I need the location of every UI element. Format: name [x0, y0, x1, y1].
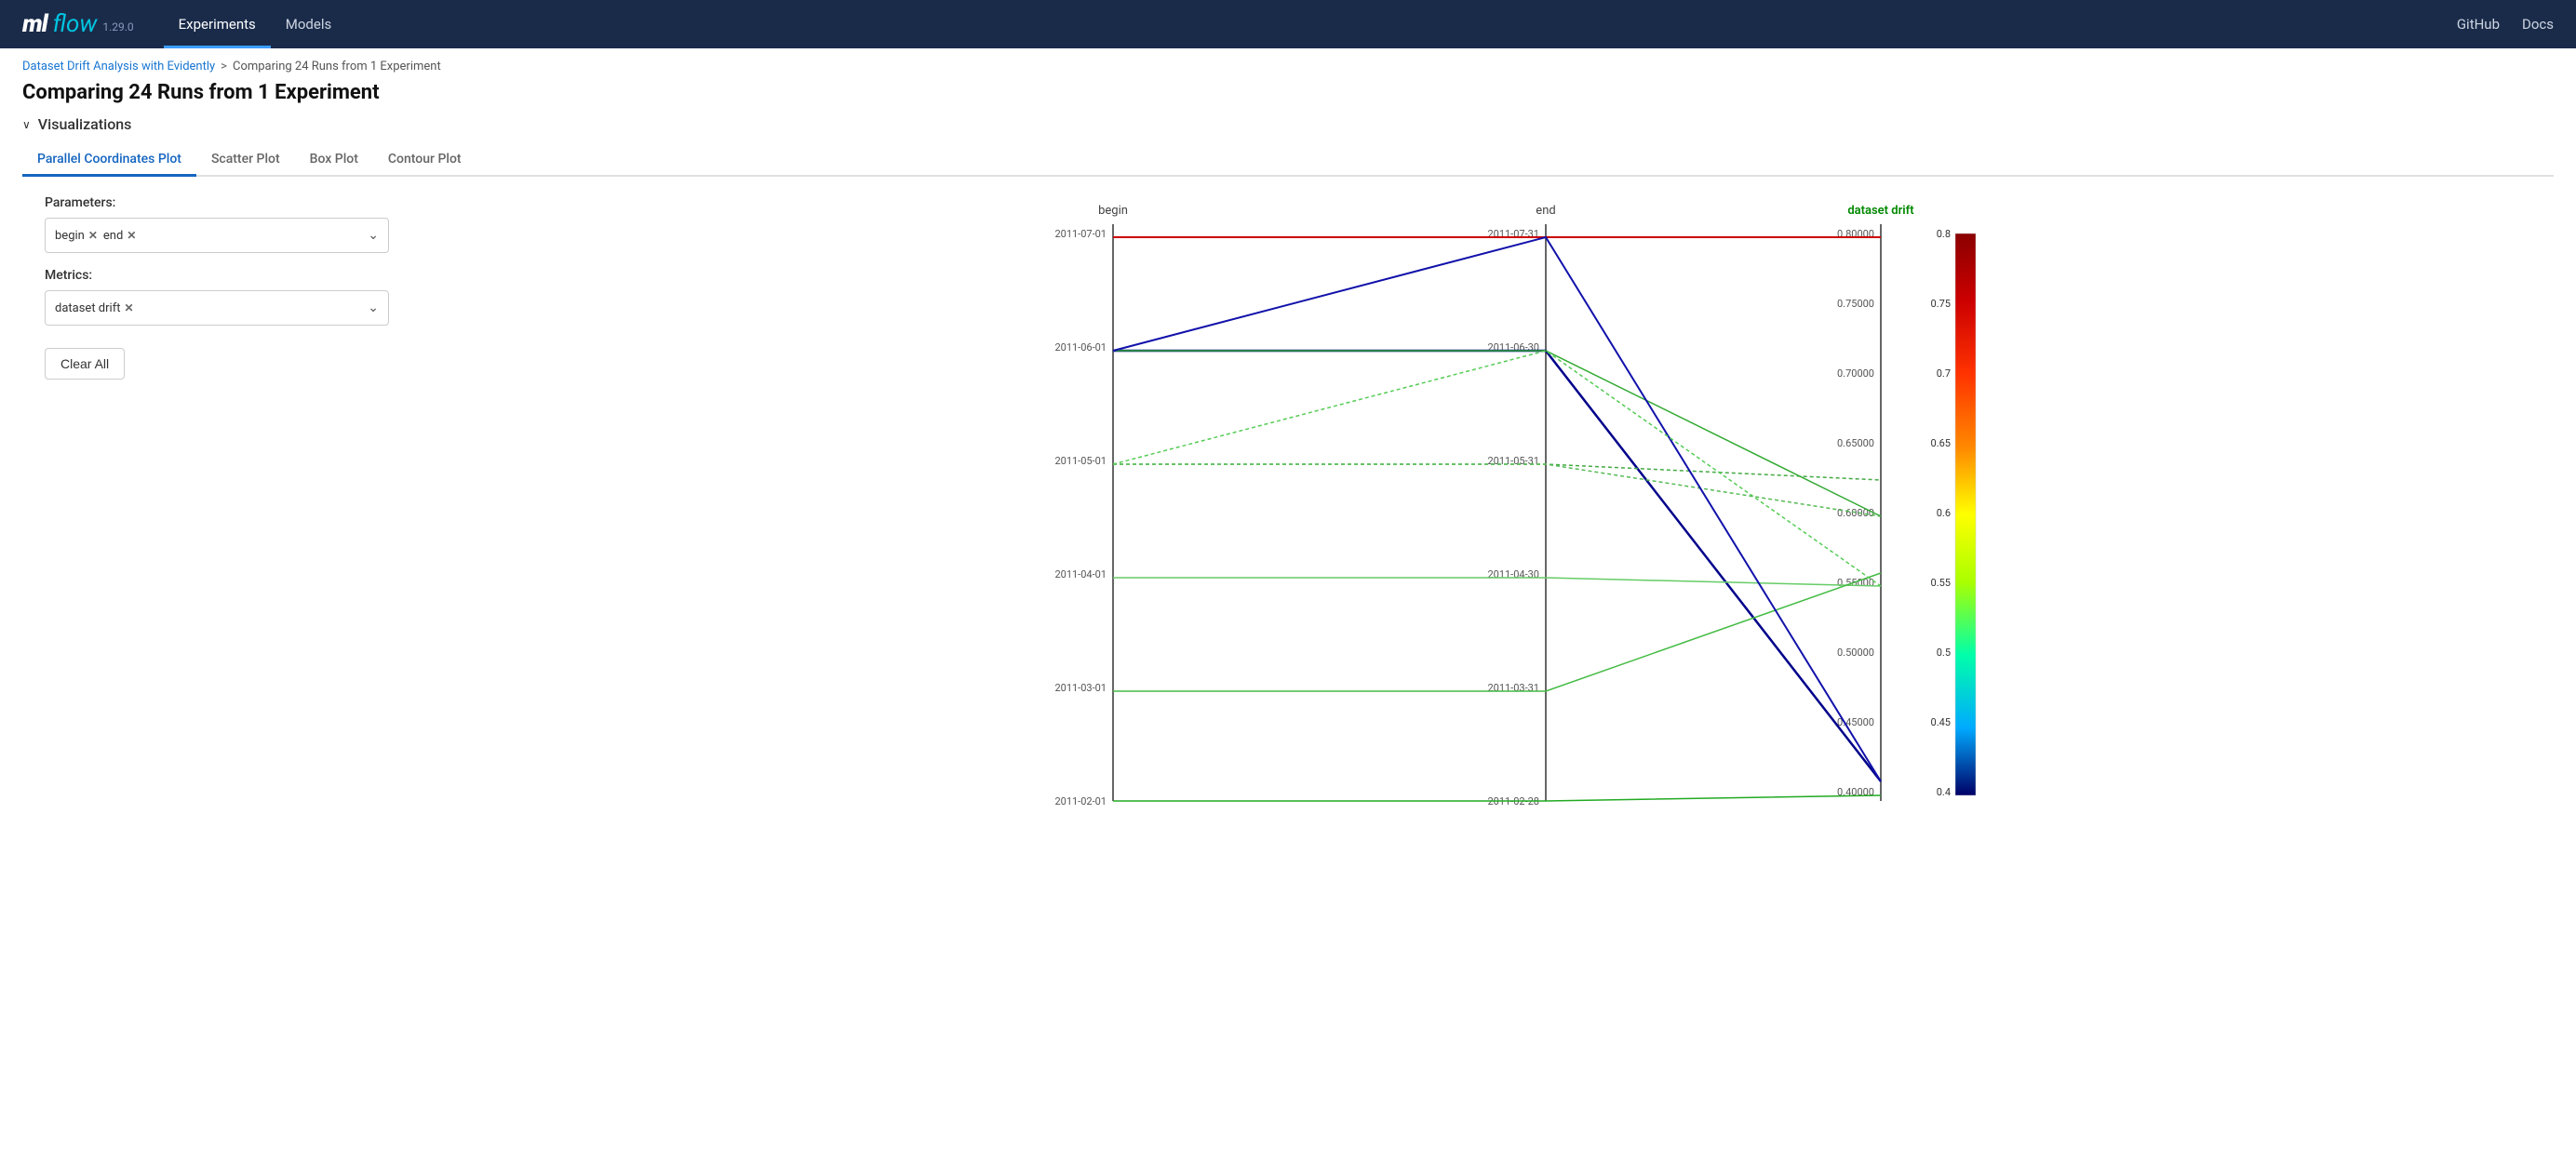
tag-begin-remove[interactable]: ✕	[88, 229, 98, 242]
svg-text:0.45: 0.45	[1931, 716, 1951, 728]
viz-toggle[interactable]: ∨ Visualizations	[22, 115, 2554, 133]
tag-end-remove[interactable]: ✕	[127, 229, 136, 242]
metrics-select[interactable]: dataset drift ✕ ⌄	[45, 290, 389, 326]
tab-parallel-coordinates[interactable]: Parallel Coordinates Plot	[22, 144, 196, 177]
svg-text:0.7: 0.7	[1937, 367, 1951, 380]
parallel-coordinates-chart: begin end dataset drift 2011-07-01 2011-…	[408, 192, 2554, 824]
logo-ml: ml	[22, 10, 47, 38]
tag-dataset-drift: dataset drift ✕	[55, 301, 134, 315]
breadcrumb: Dataset Drift Analysis with Evidently > …	[22, 60, 2554, 73]
logo-flow: flow	[53, 10, 98, 38]
svg-text:2011-03-31: 2011-03-31	[1487, 682, 1539, 694]
svg-text:0.70000: 0.70000	[1837, 367, 1874, 380]
tab-box-plot[interactable]: Box Plot	[295, 144, 373, 177]
svg-text:2011-05-31: 2011-05-31	[1487, 455, 1539, 467]
svg-text:0.6: 0.6	[1937, 507, 1951, 519]
metrics-label: Metrics:	[45, 268, 389, 283]
logo: mlflow 1.29.0	[22, 10, 134, 38]
svg-text:0.5: 0.5	[1937, 647, 1951, 659]
controls-panel: Parameters: begin ✕ end ✕ ⌄ Metrics: dat…	[45, 177, 408, 824]
nav-models[interactable]: Models	[271, 0, 346, 48]
params-label: Parameters:	[45, 195, 389, 210]
svg-text:2011-03-01: 2011-03-01	[1054, 682, 1107, 694]
tag-dataset-drift-label: dataset drift	[55, 301, 120, 315]
viz-section-label: Visualizations	[38, 115, 132, 133]
col-header-drift: dataset drift	[1847, 204, 1914, 218]
svg-text:0.50000: 0.50000	[1837, 647, 1874, 659]
navbar-right: GitHub Docs	[2457, 16, 2554, 33]
metrics-chevron-icon: ⌄	[368, 300, 379, 315]
line-green-2	[1113, 464, 1881, 516]
svg-text:2011-04-30: 2011-04-30	[1487, 568, 1539, 580]
clear-all-button[interactable]: Clear All	[45, 348, 125, 380]
tab-scatter-plot[interactable]: Scatter Plot	[196, 144, 295, 177]
svg-text:2011-07-31: 2011-07-31	[1487, 228, 1539, 240]
tag-begin-label: begin	[55, 229, 85, 243]
nav-docs[interactable]: Docs	[2522, 16, 2554, 33]
tag-dataset-drift-remove[interactable]: ✕	[124, 301, 133, 314]
breadcrumb-parent[interactable]: Dataset Drift Analysis with Evidently	[22, 60, 215, 73]
svg-text:0.8: 0.8	[1937, 228, 1951, 240]
tabs: Parallel Coordinates Plot Scatter Plot B…	[22, 144, 2554, 177]
nav-github[interactable]: GitHub	[2457, 16, 2500, 33]
tag-begin: begin ✕	[55, 229, 98, 243]
params-select[interactable]: begin ✕ end ✕ ⌄	[45, 218, 389, 253]
tab-contour-plot[interactable]: Contour Plot	[373, 144, 476, 177]
tag-end: end ✕	[103, 229, 136, 243]
svg-text:0.75: 0.75	[1931, 298, 1951, 310]
logo-version: 1.29.0	[102, 20, 133, 33]
svg-text:0.65000: 0.65000	[1837, 437, 1874, 449]
svg-text:0.65: 0.65	[1931, 437, 1951, 449]
breadcrumb-current: Comparing 24 Runs from 1 Experiment	[233, 60, 441, 73]
line-blue-1	[1113, 351, 1881, 781]
svg-text:2011-06-01: 2011-06-01	[1054, 341, 1107, 354]
svg-text:2011-02-01: 2011-02-01	[1054, 795, 1107, 807]
svg-text:0.55: 0.55	[1931, 577, 1951, 589]
navbar: mlflow 1.29.0 Experiments Models GitHub …	[0, 0, 2576, 48]
svg-text:0.4: 0.4	[1937, 786, 1951, 798]
col-header-begin: begin	[1098, 204, 1128, 218]
svg-text:2011-04-01: 2011-04-01	[1054, 568, 1107, 580]
navbar-nav: Experiments Models	[164, 0, 347, 48]
svg-text:0.80000: 0.80000	[1837, 228, 1874, 240]
svg-text:2011-05-01: 2011-05-01	[1054, 455, 1107, 467]
line-green-cross-1	[1113, 351, 1881, 586]
svg-text:0.75000: 0.75000	[1837, 298, 1874, 310]
page-title: Comparing 24 Runs from 1 Experiment	[0, 77, 2576, 115]
breadcrumb-separator: >	[221, 60, 227, 73]
col-header-end: end	[1536, 204, 1555, 218]
params-chevron-icon: ⌄	[368, 228, 379, 243]
chevron-down-icon: ∨	[22, 118, 31, 131]
main-content: Parameters: begin ✕ end ✕ ⌄ Metrics: dat…	[22, 177, 2554, 824]
svg-text:2011-07-01: 2011-07-01	[1054, 228, 1107, 240]
visualizations-section: ∨ Visualizations Parallel Coordinates Pl…	[0, 115, 2576, 824]
line-blue-cross	[1113, 237, 1881, 781]
chart-area: begin end dataset drift 2011-07-01 2011-…	[408, 177, 2554, 824]
breadcrumb-area: Dataset Drift Analysis with Evidently > …	[0, 48, 2576, 77]
tag-end-label: end	[103, 229, 123, 243]
svg-text:0.60000: 0.60000	[1837, 507, 1874, 519]
color-scale-bar	[1955, 233, 1976, 795]
nav-experiments[interactable]: Experiments	[164, 0, 271, 48]
